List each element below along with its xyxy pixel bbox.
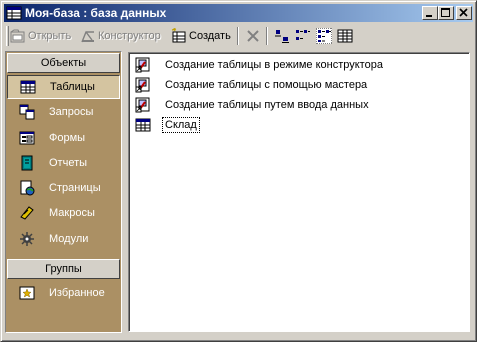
list-item[interactable]: Создание таблицы с помощью мастера <box>135 76 369 94</box>
small-icons-button[interactable] <box>295 26 313 46</box>
objects-item-label: Отчеты <box>49 157 88 169</box>
favorites-icon <box>19 286 35 300</box>
design-icon <box>81 31 94 43</box>
objects-item-label: Формы <box>49 132 86 144</box>
objects-item-queries[interactable]: Запросы <box>7 100 120 124</box>
design-button[interactable]: Конструктор <box>80 26 161 46</box>
module-icon <box>20 232 34 246</box>
groups-group-button[interactable]: Группы <box>7 259 120 279</box>
table-icon <box>20 80 36 94</box>
create-button[interactable]: Создать <box>171 26 231 46</box>
wizard-shortcut-icon <box>135 57 150 73</box>
page-icon <box>20 180 35 196</box>
large-icons-view-icon <box>275 30 289 43</box>
objects-item-reports[interactable]: Отчеты <box>7 151 120 175</box>
delete-button[interactable] <box>245 26 263 46</box>
wizard-shortcut-icon <box>135 77 150 93</box>
objects-bar: Объекты Таблицы Запросы Формы Отчеты Стр… <box>5 51 122 333</box>
close-icon <box>459 8 468 17</box>
form-icon <box>19 131 35 145</box>
list-view-button[interactable] <box>316 26 334 46</box>
macro-icon <box>20 206 34 220</box>
objects-group-button[interactable]: Объекты <box>7 53 120 73</box>
objects-item-forms[interactable]: Формы <box>7 126 120 150</box>
database-window: Моя-база : база данных Открыть Конструкт… <box>0 0 477 342</box>
list-item[interactable]: Создание таблицы в режиме конструктора <box>135 56 385 74</box>
minimize-icon <box>426 15 432 17</box>
window-title: Моя-база : база данных <box>25 6 167 20</box>
open-icon <box>10 29 25 43</box>
toolbar-separator <box>237 27 239 45</box>
small-icons-view-icon <box>296 30 310 40</box>
groups-item-favorites[interactable]: Избранное <box>7 281 120 305</box>
objects-item-label: Таблицы <box>50 81 95 93</box>
objects-item-label: Модули <box>49 233 89 245</box>
toolbar-separator <box>266 27 268 45</box>
groups-item-label: Избранное <box>49 287 105 299</box>
details-view-button[interactable] <box>337 26 355 46</box>
objects-item-tables[interactable]: Таблицы <box>7 75 120 99</box>
list-item-label: Создание таблицы с помощью мастера <box>165 79 368 91</box>
objects-item-label: Макросы <box>49 207 95 219</box>
list-item-label: Склад <box>162 117 200 133</box>
list-item-label: Создание таблицы путем ввода данных <box>165 99 369 111</box>
objects-item-macros[interactable]: Макросы <box>7 201 120 225</box>
create-icon <box>171 28 186 43</box>
design-label: Конструктор <box>98 30 161 42</box>
database-window-icon[interactable] <box>6 5 22 21</box>
objects-item-pages[interactable]: Страницы <box>7 176 120 200</box>
open-label: Открыть <box>28 30 72 42</box>
toolbar-grip[interactable] <box>6 26 9 46</box>
large-icons-button[interactable] <box>274 26 292 46</box>
objects-list: Создание таблицы в режиме конструктора С… <box>128 52 470 332</box>
objects-item-label: Страницы <box>49 182 101 194</box>
list-item[interactable]: Создание таблицы путем ввода данных <box>135 96 371 114</box>
list-view-icon <box>316 28 332 44</box>
delete-icon <box>247 30 259 42</box>
details-view-icon <box>337 29 353 43</box>
title-bar[interactable]: Моя-база : база данных <box>4 4 473 22</box>
minimize-button[interactable] <box>422 6 438 20</box>
objects-item-label: Запросы <box>49 106 94 118</box>
maximize-button[interactable] <box>438 6 454 20</box>
maximize-icon <box>441 8 450 17</box>
table-icon <box>135 118 151 132</box>
wizard-shortcut-icon <box>135 97 150 113</box>
toolbar: Открыть Конструктор Создать <box>4 24 473 48</box>
objects-item-modules[interactable]: Модули <box>7 227 120 251</box>
open-button[interactable]: Открыть <box>10 26 71 46</box>
create-label: Создать <box>189 30 231 42</box>
close-button[interactable] <box>456 6 472 20</box>
list-item-label: Создание таблицы в режиме конструктора <box>165 59 383 71</box>
report-icon <box>21 155 33 171</box>
list-item-sklad-table[interactable]: Склад <box>135 116 200 134</box>
query-icon <box>19 104 35 120</box>
